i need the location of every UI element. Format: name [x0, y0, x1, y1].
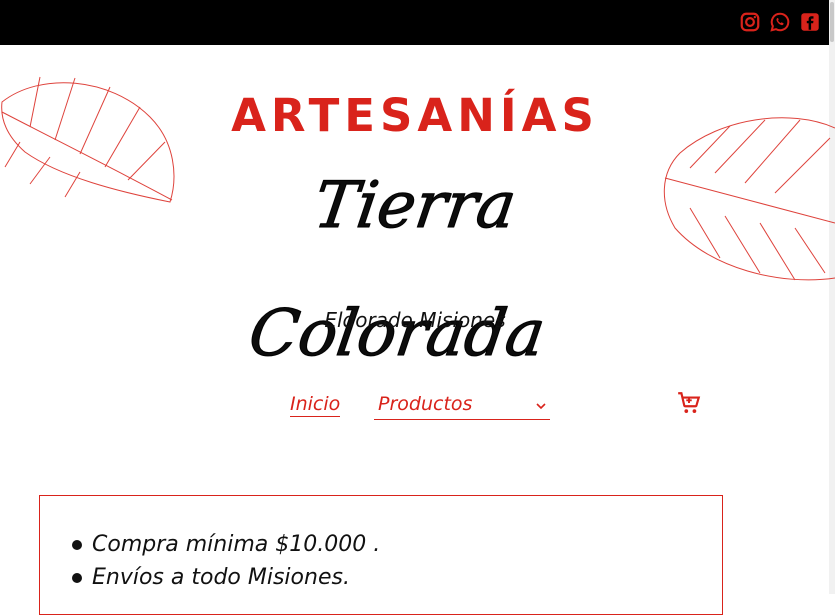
instagram-icon[interactable] — [739, 11, 761, 33]
brand-name-top: ARTESANÍAS — [231, 89, 599, 142]
top-bar — [0, 0, 829, 45]
list-item: Envíos a todo Misiones. — [72, 561, 380, 594]
monstera-leaf-left-icon — [1, 76, 175, 203]
products-dropdown[interactable]: Productos — [374, 393, 550, 420]
chevron-down-icon — [536, 403, 546, 410]
cart-icon[interactable] — [676, 390, 702, 416]
info-list: Compra mínima $10.000 . Envíos a todo Mi… — [72, 528, 380, 594]
monstera-leaf-right-icon — [663, 117, 835, 281]
bullet-icon — [72, 540, 82, 550]
facebook-icon[interactable] — [799, 11, 821, 33]
brand-name-script: Tierra Colorada — [244, 169, 550, 372]
list-item: Compra mínima $10.000 . — [72, 528, 380, 561]
scrollbar[interactable] — [829, 0, 835, 594]
scrollbar-thumb[interactable] — [830, 2, 834, 42]
whatsapp-icon[interactable] — [769, 11, 791, 33]
brand-location: Eldorado Misiones — [324, 308, 506, 332]
nav-link-inicio[interactable]: Inicio — [290, 393, 341, 417]
products-dropdown-label: Productos — [378, 393, 473, 415]
info-box: Compra mínima $10.000 . Envíos a todo Mi… — [39, 495, 723, 615]
bullet-icon — [72, 573, 82, 583]
